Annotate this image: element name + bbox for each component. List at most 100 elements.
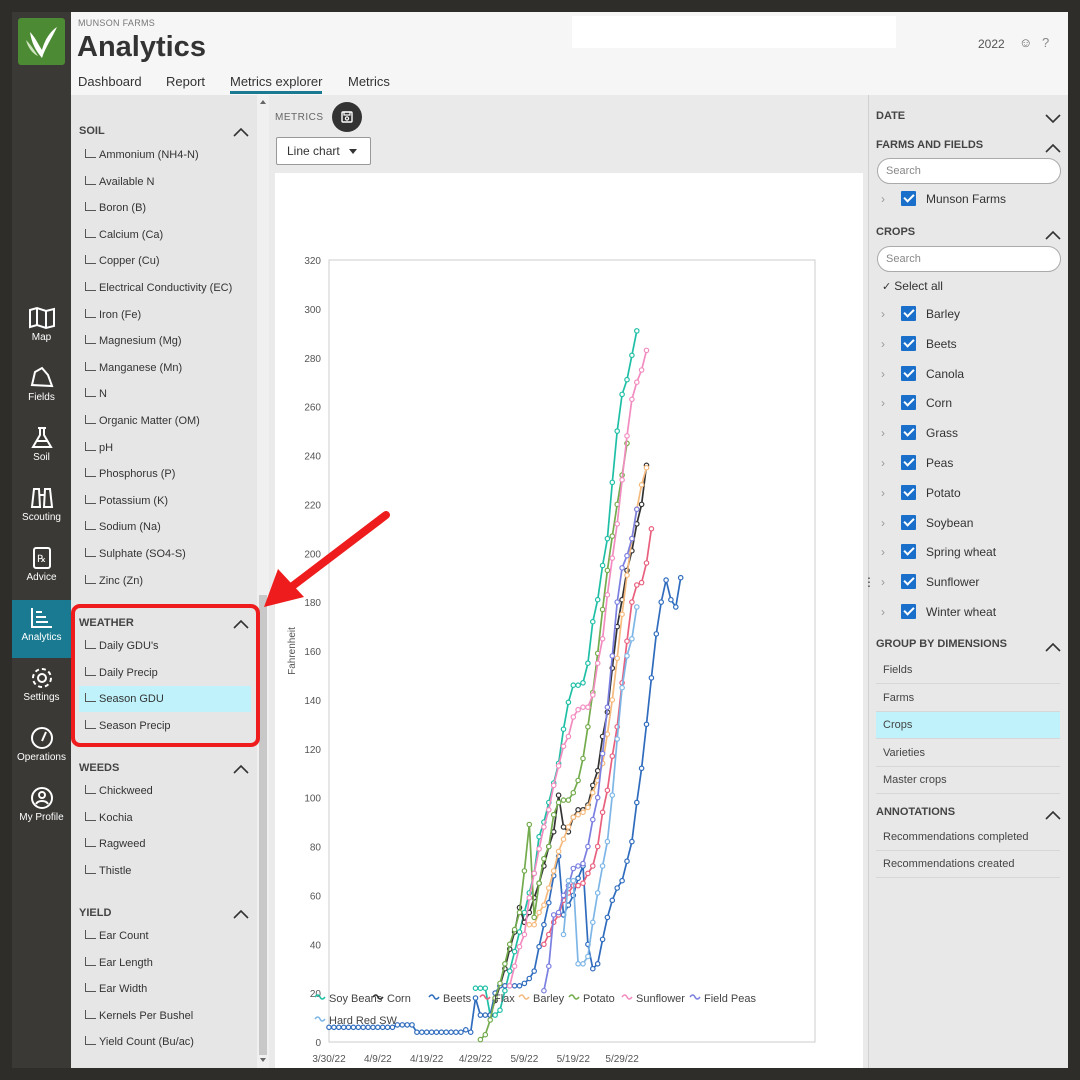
data-point[interactable] <box>545 806 552 813</box>
data-point[interactable] <box>575 777 581 784</box>
data-point[interactable] <box>419 1029 425 1036</box>
data-point[interactable] <box>458 1029 464 1036</box>
tab-report[interactable]: Report <box>166 74 205 89</box>
data-point[interactable] <box>506 982 513 989</box>
checkbox-checked[interactable] <box>901 484 916 500</box>
chevron-up-icon[interactable] <box>1045 227 1061 240</box>
data-point[interactable] <box>594 596 601 603</box>
legend-item[interactable]: Beets <box>428 993 472 1005</box>
metric-item[interactable]: Ammonium (NH4-N) <box>79 142 251 168</box>
data-point[interactable] <box>409 1022 415 1028</box>
chevron-right-icon[interactable]: › <box>881 456 885 470</box>
metric-item[interactable]: Kochia <box>79 805 251 831</box>
nav-my-profile[interactable]: My Profile <box>12 780 71 838</box>
metric-item[interactable]: Potassium (K) <box>79 488 251 514</box>
metric-item[interactable]: Organic Matter (OM) <box>79 408 251 434</box>
checkbox-checked[interactable] <box>901 604 916 619</box>
data-point[interactable] <box>672 604 679 610</box>
data-point[interactable] <box>629 635 635 642</box>
chevron-right-icon[interactable]: › <box>881 575 885 589</box>
data-point[interactable] <box>585 704 591 711</box>
data-point[interactable] <box>589 863 596 869</box>
data-point[interactable] <box>428 1029 435 1036</box>
group-by-item[interactable]: Master crops <box>876 767 1060 795</box>
data-point[interactable] <box>443 1029 450 1036</box>
section-yield-title[interactable]: YIELD <box>79 907 111 919</box>
data-point[interactable] <box>575 706 581 713</box>
filter-group_by-title[interactable]: GROUP BY DIMENSIONS <box>876 638 1007 650</box>
data-point[interactable] <box>638 367 645 373</box>
chevron-right-icon[interactable]: › <box>881 192 885 206</box>
data-point[interactable] <box>648 675 655 681</box>
checkbox-checked[interactable] <box>901 365 916 381</box>
data-point[interactable] <box>545 899 552 906</box>
data-point[interactable] <box>545 931 552 938</box>
data-point[interactable] <box>580 960 586 967</box>
nav-settings[interactable]: Settings <box>12 660 71 718</box>
data-point[interactable] <box>599 809 606 816</box>
data-point[interactable] <box>633 328 640 334</box>
data-point[interactable] <box>536 846 542 852</box>
data-point[interactable] <box>575 863 581 869</box>
scroll-down-icon[interactable] <box>260 1058 266 1062</box>
data-point[interactable] <box>550 912 557 918</box>
data-point[interactable] <box>575 882 581 889</box>
data-point[interactable] <box>594 890 601 896</box>
data-point[interactable] <box>423 1029 430 1036</box>
data-point[interactable] <box>580 704 586 711</box>
chevron-up-icon[interactable] <box>1045 807 1061 820</box>
metric-item[interactable]: Electrical Conductivity (EC) <box>79 275 251 301</box>
data-point[interactable] <box>502 960 508 967</box>
group-by-item[interactable]: Farms <box>876 685 1060 712</box>
data-point[interactable] <box>643 464 650 471</box>
data-point[interactable] <box>619 684 625 691</box>
app-logo[interactable] <box>18 18 65 65</box>
data-point[interactable] <box>599 606 606 613</box>
data-point[interactable] <box>643 560 650 566</box>
data-point[interactable] <box>482 1031 489 1038</box>
data-point[interactable] <box>580 860 586 867</box>
filter-crops-title[interactable]: CROPS <box>876 226 915 238</box>
metric-item[interactable]: Copper (Cu) <box>79 248 251 274</box>
data-point[interactable] <box>624 638 630 645</box>
scrollbar-thumb[interactable] <box>259 595 267 1055</box>
nav-fields[interactable]: Fields <box>12 360 71 418</box>
data-point[interactable] <box>604 704 611 711</box>
data-point[interactable] <box>506 968 513 974</box>
group-by-item[interactable]: Varieties <box>876 740 1060 767</box>
data-point[interactable] <box>550 868 557 874</box>
data-point[interactable] <box>560 824 567 830</box>
season-year[interactable]: 2022 <box>978 37 1005 51</box>
chevron-right-icon[interactable]: › <box>881 337 885 351</box>
data-point[interactable] <box>580 755 586 762</box>
crops-search-input[interactable]: Search <box>877 246 1061 272</box>
data-point[interactable] <box>585 953 591 960</box>
data-point[interactable] <box>629 396 635 403</box>
data-point[interactable] <box>629 599 635 605</box>
data-point[interactable] <box>575 806 581 813</box>
panel-resize-handle[interactable]: ⋮ <box>863 575 875 589</box>
data-point[interactable] <box>531 968 538 974</box>
data-point[interactable] <box>589 692 596 698</box>
checkbox-checked[interactable] <box>901 395 916 411</box>
data-point[interactable] <box>550 811 557 818</box>
data-point[interactable] <box>638 481 645 488</box>
metric-item[interactable]: Magnesium (Mg) <box>79 328 251 354</box>
metric-item[interactable]: Phosphorus (P) <box>79 461 251 487</box>
data-point[interactable] <box>477 1012 484 1018</box>
data-point[interactable] <box>472 985 479 992</box>
data-point[interactable] <box>629 352 635 359</box>
data-point[interactable] <box>560 743 567 750</box>
data-point[interactable] <box>433 1029 440 1036</box>
data-point[interactable] <box>545 843 552 850</box>
data-point[interactable] <box>497 980 503 987</box>
data-point[interactable] <box>565 877 572 884</box>
data-point[interactable] <box>560 892 567 899</box>
data-point[interactable] <box>477 1036 484 1043</box>
data-point[interactable] <box>609 697 616 703</box>
tab-metrics-explorer[interactable]: Metrics explorer <box>230 74 323 94</box>
data-point[interactable] <box>624 376 630 383</box>
data-point[interactable] <box>580 679 586 686</box>
chevron-up-icon[interactable] <box>1045 140 1061 153</box>
data-point[interactable] <box>594 794 601 801</box>
